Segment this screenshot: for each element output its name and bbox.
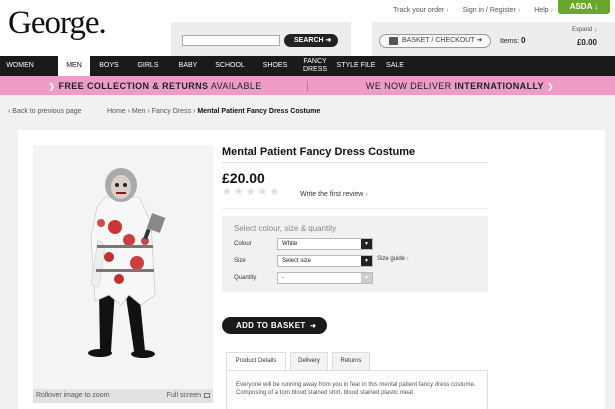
breadcrumb-current: Mental Patient Fancy Dress Costume xyxy=(197,108,321,115)
star-icon: ★ xyxy=(245,186,256,198)
product-title: Mental Patient Fancy Dress Costume xyxy=(222,146,416,158)
arrow-icon: › xyxy=(550,7,553,14)
divider xyxy=(222,162,488,163)
help-link[interactable]: Help › xyxy=(534,7,553,14)
arrow-icon: › xyxy=(365,191,368,198)
tab-product-details[interactable]: Product Details xyxy=(226,352,286,370)
top-links: Track your order › Sign in / Register › He… xyxy=(393,7,553,14)
basket-expand[interactable]: Expand ↓ £0.00 xyxy=(572,27,597,47)
shopping-bag-icon xyxy=(389,37,398,45)
search-button[interactable]: SEARCH ➜ xyxy=(284,34,338,47)
basket-total: £0.00 xyxy=(576,38,597,47)
size-guide-link[interactable]: Size guide › xyxy=(377,256,409,262)
full-screen-link[interactable]: Full screen xyxy=(167,392,201,399)
size-select[interactable]: Select size ▼ xyxy=(277,255,373,267)
breadcrumb-fancy-dress[interactable]: Fancy Dress xyxy=(152,108,191,115)
costume-figure-image xyxy=(88,168,166,358)
star-icon: ★ xyxy=(222,186,232,198)
full-screen-icon[interactable] xyxy=(204,393,210,398)
options-title: Select colour, size & quantity xyxy=(234,224,337,233)
star-icon: ★ xyxy=(233,186,244,198)
nav-item-women[interactable]: WOMEN xyxy=(0,56,40,76)
product-tabs: Product Details Delivery Returns xyxy=(226,352,374,370)
star-icon: ★ xyxy=(269,186,280,198)
basket-area: BASKET / CHECKOUT ➜ Items: 0 Expand ↓ £0… xyxy=(372,22,615,56)
tab-delivery[interactable]: Delivery xyxy=(290,352,328,370)
chevron-down-icon: ↓ xyxy=(594,27,597,33)
product-price: £20.00 xyxy=(222,170,265,186)
tab-returns[interactable]: Returns xyxy=(332,352,370,370)
chevron-right-icon: ❯ xyxy=(48,81,56,91)
track-order-link[interactable]: Track your order › xyxy=(393,7,448,14)
dropdown-arrow-icon: ▼ xyxy=(361,256,372,266)
nav-item-sale[interactable]: SALE xyxy=(380,56,410,76)
nav-item-men[interactable]: MEN xyxy=(58,56,90,76)
product-panel: Rollover image to zoom Full screen Menta… xyxy=(18,130,605,409)
promo-international[interactable]: WE NOW DELIVER INTERNATIONALLY ❯ xyxy=(307,80,615,91)
arrow-icon: ➜ xyxy=(310,323,317,330)
quantity-label: Quantity xyxy=(234,275,257,281)
quantity-select[interactable]: - ▼ xyxy=(277,272,373,284)
product-description: Everyone will be running away from you i… xyxy=(236,382,476,396)
breadcrumb: Home › Men › Fancy Dress › Mental Patien… xyxy=(107,108,321,115)
product-image[interactable] xyxy=(33,145,213,403)
nav-item-boys[interactable]: BOYS xyxy=(90,56,128,76)
nav-item-style-file[interactable]: STYLE FILE xyxy=(332,56,380,76)
size-label: Size xyxy=(234,258,246,264)
tab-content: Everyone will be running away from you i… xyxy=(226,370,488,409)
down-arrow-icon: ↓ xyxy=(594,2,599,11)
options-box: Select colour, size & quantity Colour Wh… xyxy=(222,216,488,292)
rating-stars: ★ ★ ★ ★ ★ xyxy=(222,187,279,198)
dropdown-arrow-icon: ▼ xyxy=(361,273,372,283)
nav-item-shoes[interactable]: SHOES xyxy=(252,56,298,76)
main-nav: WOMEN MEN BOYS GIRLS BABY SCHOOL SHOES F… xyxy=(0,56,615,76)
george-logo[interactable]: George. xyxy=(8,5,107,42)
nav-item-girls[interactable]: GIRLS xyxy=(128,56,168,76)
search-input[interactable] xyxy=(182,35,280,46)
arrow-icon: › xyxy=(446,7,449,14)
zoom-hint: Rollover image to zoom xyxy=(36,392,110,399)
divider xyxy=(222,208,488,209)
colour-select[interactable]: White ▼ xyxy=(277,238,373,250)
promo-collection[interactable]: ❯ FREE COLLECTION & RETURNS AVAILABLE xyxy=(0,81,307,91)
site-header: George. Track your order › Sign in / Regi… xyxy=(0,0,615,56)
arrow-icon: › xyxy=(517,7,521,14)
dropdown-arrow-icon: ▼ xyxy=(361,239,372,249)
write-review-link[interactable]: Write the first review › xyxy=(300,191,368,198)
breadcrumb-men[interactable]: Men xyxy=(132,108,146,115)
promo-banner: ❯ FREE COLLECTION & RETURNS AVAILABLE WE … xyxy=(0,76,615,95)
basket-checkout-button[interactable]: BASKET / CHECKOUT ➜ xyxy=(379,34,491,48)
star-icon: ★ xyxy=(257,186,268,198)
sign-in-link[interactable]: Sign in / Register › xyxy=(463,7,521,14)
search-area: SEARCH ➜ xyxy=(171,22,351,56)
arrow-icon: ➜ xyxy=(325,37,332,44)
add-to-basket-button[interactable]: ADD TO BASKET ➜ xyxy=(222,317,327,334)
breadcrumb-home[interactable]: Home xyxy=(107,108,126,115)
zoom-bar: Rollover image to zoom Full screen xyxy=(33,389,213,403)
asda-button[interactable]: ASDA ↓ xyxy=(558,0,610,14)
nav-item-fancy-dress[interactable]: FANCY DRESS xyxy=(298,56,332,76)
chevron-right-icon: ❯ xyxy=(546,81,555,91)
arrow-icon: › xyxy=(406,256,409,262)
nav-item-baby[interactable]: BABY xyxy=(168,56,208,76)
back-link[interactable]: ‹ Back to previous page xyxy=(8,108,82,115)
colour-label: Colour xyxy=(234,241,252,247)
arrow-icon: ➜ xyxy=(476,37,483,44)
basket-items-count: Items: 0 xyxy=(500,36,526,45)
nav-item-school[interactable]: SCHOOL xyxy=(208,56,252,76)
